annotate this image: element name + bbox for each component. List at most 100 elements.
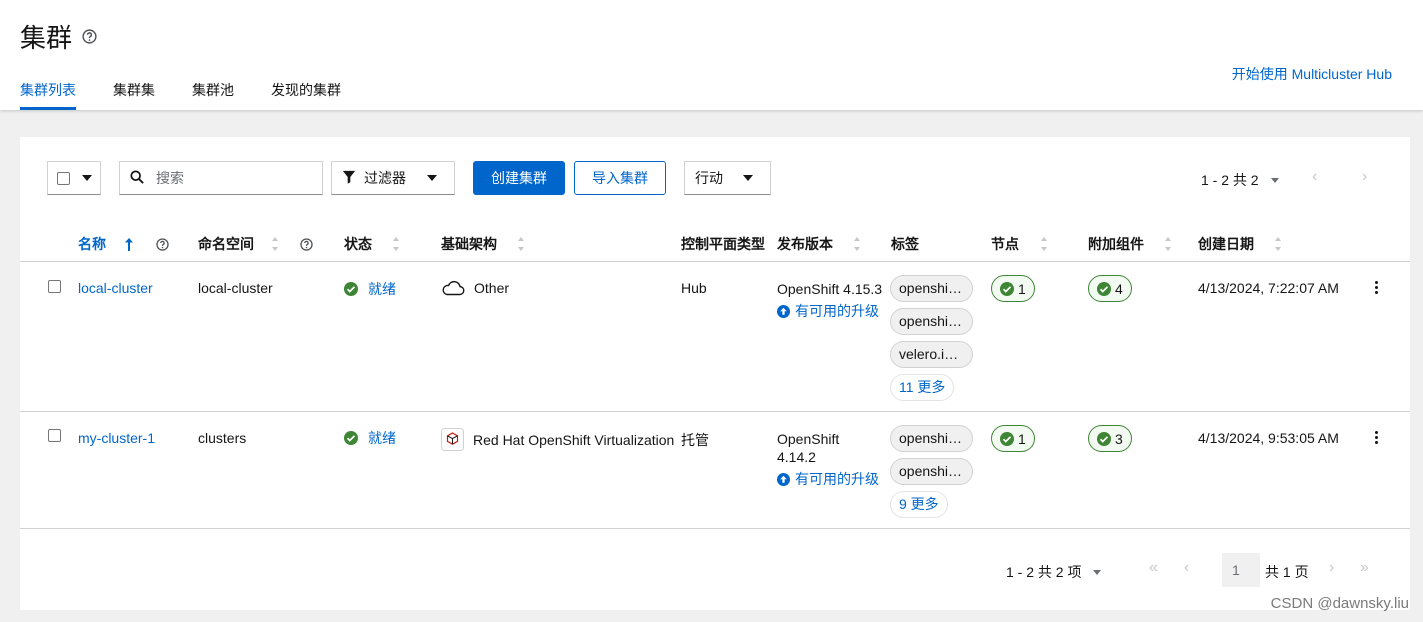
column-header-nodes[interactable]: 节点: [991, 234, 1048, 254]
distribution-version: OpenShift: [777, 431, 840, 447]
column-header-labels: 标签: [891, 234, 919, 254]
help-icon[interactable]: [156, 237, 169, 251]
sort-icon: [1164, 237, 1172, 251]
addons-count: 4: [1115, 280, 1123, 297]
column-header-name[interactable]: 名称: [78, 234, 169, 254]
previous-page-icon[interactable]: ‹: [1312, 168, 1317, 186]
column-infrastructure-label: 基础架构: [441, 236, 497, 252]
filter-dropdown[interactable]: 过滤器: [331, 161, 455, 195]
addons-count: 3: [1115, 430, 1123, 447]
help-icon[interactable]: [82, 29, 97, 44]
create-cluster-button[interactable]: 创建集群: [473, 161, 565, 195]
previous-page-icon[interactable]: ‹: [1184, 559, 1189, 577]
tab-cluster-list[interactable]: 集群列表: [20, 80, 76, 110]
page-header: 集群 开始使用 Multicluster Hub 集群列表 集群集 集群池 发现…: [0, 0, 1423, 110]
caret-down-icon: [743, 175, 753, 181]
more-labels-button[interactable]: 11 更多: [890, 374, 955, 401]
check-circle-icon: [1097, 431, 1111, 446]
more-labels-button[interactable]: 9 更多: [890, 491, 948, 518]
column-addons-label: 附加组件: [1088, 236, 1144, 252]
pagination-toggle-top[interactable]: 1 - 2 共 2: [1201, 170, 1279, 190]
row-actions-kebab-icon[interactable]: [1371, 281, 1381, 294]
column-header-control-plane: 控制平面类型: [681, 234, 765, 254]
column-header-infrastructure[interactable]: 基础架构: [441, 234, 525, 254]
sort-icon: [853, 237, 861, 251]
row-actions-kebab-icon[interactable]: [1371, 431, 1381, 444]
row-checkbox[interactable]: [48, 280, 61, 293]
actions-dropdown[interactable]: 行动: [684, 161, 771, 195]
clusters-card: 过滤器 创建集群 导入集群 行动 1 - 2 共 2 ‹ › 名称 命名空间 状…: [20, 137, 1410, 610]
cluster-name-link[interactable]: my-cluster-1: [78, 430, 155, 446]
pagination-range-bottom: 1 - 2 共 2 项: [1006, 564, 1082, 580]
divider: [20, 528, 1410, 529]
upgrade-text: 有可用的升级: [795, 303, 879, 319]
sort-icon: [271, 237, 279, 251]
get-started-link[interactable]: 开始使用 Multicluster Hub: [1232, 64, 1392, 84]
total-pages: 共 1 页: [1265, 564, 1309, 580]
pagination-toggle-bottom[interactable]: 1 - 2 共 2 项: [1006, 562, 1102, 582]
label-chip[interactable]: velero.io/...: [890, 341, 973, 368]
label-chip[interactable]: openshift...: [890, 458, 973, 485]
cloud-icon: [441, 280, 465, 296]
label-chip[interactable]: openshift...: [890, 425, 973, 452]
status-cell[interactable]: 就绪: [344, 279, 396, 299]
filter-label: 过滤器: [364, 170, 406, 186]
upgrade-text: 有可用的升级: [795, 471, 879, 487]
help-icon[interactable]: [300, 237, 313, 251]
upgrade-available-link[interactable]: 有可用的升级: [777, 302, 882, 320]
column-name-label: 名称: [78, 236, 106, 252]
next-page-icon[interactable]: ›: [1362, 168, 1367, 186]
check-circle-icon: [1097, 281, 1111, 296]
row-checkbox[interactable]: [48, 429, 61, 442]
cluster-name-link[interactable]: local-cluster: [78, 280, 153, 296]
select-all-checkbox[interactable]: [57, 171, 70, 185]
status-text: 就绪: [368, 430, 396, 446]
status-text: 就绪: [368, 281, 396, 297]
column-namespace-label: 命名空间: [198, 236, 254, 252]
infrastructure-text: Red Hat OpenShift Virtualization: [473, 431, 675, 448]
tab-discovered-clusters[interactable]: 发现的集群: [271, 80, 341, 110]
nodes-count-badge[interactable]: 1: [991, 275, 1035, 302]
page-title: 集群: [20, 18, 97, 55]
namespace-cell: local-cluster: [198, 280, 273, 296]
column-header-distribution[interactable]: 发布版本: [777, 234, 861, 254]
check-circle-icon: [344, 282, 358, 296]
import-cluster-button[interactable]: 导入集群: [574, 161, 666, 195]
distribution-version: OpenShift 4.15.3: [777, 281, 883, 297]
search-icon: [130, 169, 144, 187]
last-page-icon[interactable]: »: [1360, 559, 1369, 577]
nodes-count-badge[interactable]: 1: [991, 425, 1035, 452]
label-chip[interactable]: openshift...: [890, 308, 973, 335]
nodes-count: 1: [1018, 280, 1026, 297]
page-number-input[interactable]: 1: [1222, 553, 1260, 587]
addons-count-badge[interactable]: 4: [1088, 275, 1132, 302]
check-circle-icon: [344, 431, 358, 445]
column-created-label: 创建日期: [1198, 236, 1254, 252]
openshift-virtualization-icon: [441, 428, 464, 451]
bulk-select-dropdown[interactable]: [47, 161, 101, 195]
column-header-status[interactable]: 状态: [344, 234, 400, 254]
divider: [20, 261, 1410, 262]
first-page-icon[interactable]: «: [1149, 559, 1158, 577]
next-page-icon[interactable]: ›: [1329, 559, 1334, 577]
column-header-addons[interactable]: 附加组件: [1088, 234, 1172, 254]
control-plane-cell: 托管: [681, 432, 709, 448]
tab-cluster-pools[interactable]: 集群池: [192, 80, 234, 110]
namespace-cell: clusters: [198, 430, 247, 446]
caret-down-icon: [1270, 177, 1279, 183]
search-input[interactable]: [156, 170, 306, 186]
label-chip[interactable]: openshift...: [890, 275, 973, 302]
distribution-cell: OpenShift 4.14.2 有可用的升级: [777, 430, 879, 488]
caret-down-icon: [82, 175, 92, 181]
addons-count-badge[interactable]: 3: [1088, 425, 1132, 452]
upgrade-available-link[interactable]: 有可用的升级: [777, 470, 879, 488]
infrastructure-cell: Red Hat OpenShift Virtualization: [441, 428, 674, 451]
created-date-cell: 4/13/2024, 9:53:05 AM: [1198, 430, 1339, 446]
status-cell[interactable]: 就绪: [344, 428, 396, 448]
sort-icon: [1040, 237, 1048, 251]
column-header-created[interactable]: 创建日期: [1198, 234, 1282, 254]
column-header-namespace[interactable]: 命名空间: [198, 234, 313, 254]
sort-ascending-icon: [124, 237, 134, 251]
tab-cluster-sets[interactable]: 集群集: [113, 80, 155, 110]
created-date-cell: 4/13/2024, 7:22:07 AM: [1198, 280, 1339, 296]
